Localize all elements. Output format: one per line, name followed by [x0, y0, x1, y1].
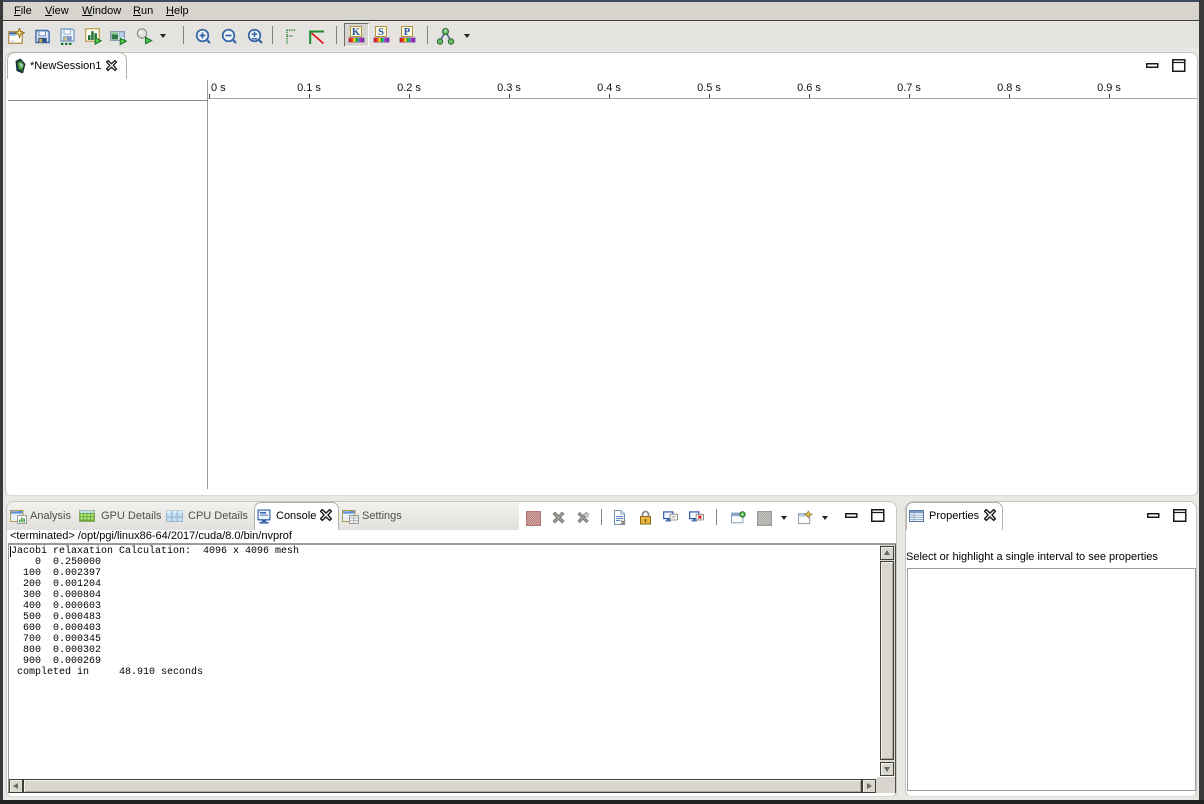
- svg-text:K: K: [352, 27, 361, 38]
- svg-text:P: P: [404, 27, 411, 38]
- svg-text:S: S: [378, 27, 384, 38]
